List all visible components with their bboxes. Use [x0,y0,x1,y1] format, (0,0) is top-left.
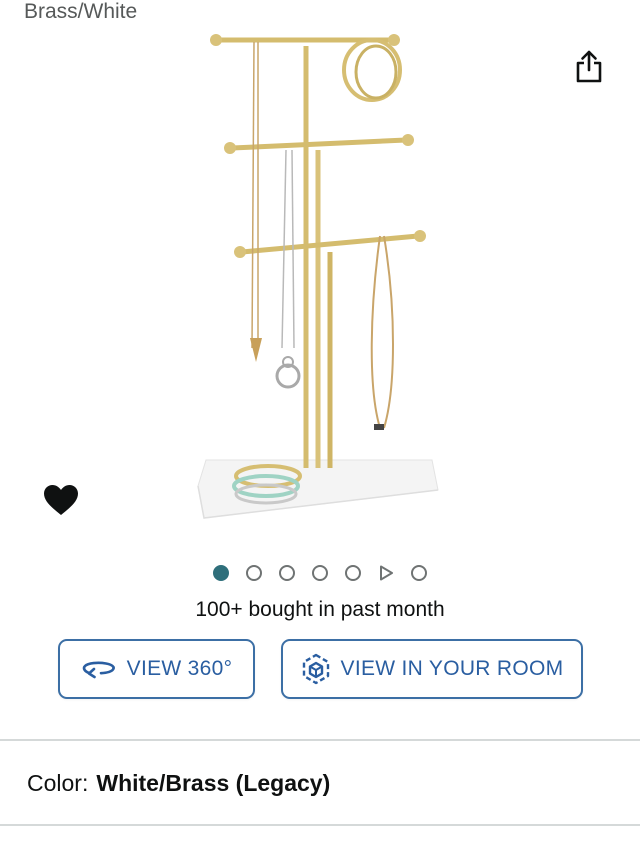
carousel-dot[interactable] [411,565,427,581]
carousel-dot[interactable] [312,565,328,581]
color-value: White/Brass (Legacy) [96,770,331,796]
product-image[interactable] [190,28,450,528]
color-label: Color: [27,770,89,796]
carousel-dot[interactable] [345,565,361,581]
carousel-indicators [0,562,640,584]
heart-icon [44,485,78,515]
color-selector[interactable]: Color: White/Brass (Legacy) [27,770,330,797]
carousel-video-dot[interactable] [378,565,394,581]
variant-label: Brass/White [24,0,138,23]
share-icon [576,50,602,83]
cube-ar-icon [302,653,329,685]
view-in-room-label: VIEW IN YOUR ROOM [340,657,564,680]
view-in-room-button[interactable]: VIEW IN YOUR ROOM [281,639,583,699]
favorite-button[interactable] [40,480,82,520]
play-icon [380,565,393,581]
view-360-label: VIEW 360° [126,657,233,680]
carousel-dot[interactable] [246,565,262,581]
divider [0,739,640,741]
divider [0,824,640,826]
view-360-button[interactable]: VIEW 360° [58,639,255,699]
bought-count: 100+ bought in past month [195,598,445,621]
share-button[interactable] [570,46,608,86]
carousel-dot[interactable] [279,565,295,581]
rotate-360-icon [82,661,115,679]
carousel-dot[interactable] [213,565,229,581]
